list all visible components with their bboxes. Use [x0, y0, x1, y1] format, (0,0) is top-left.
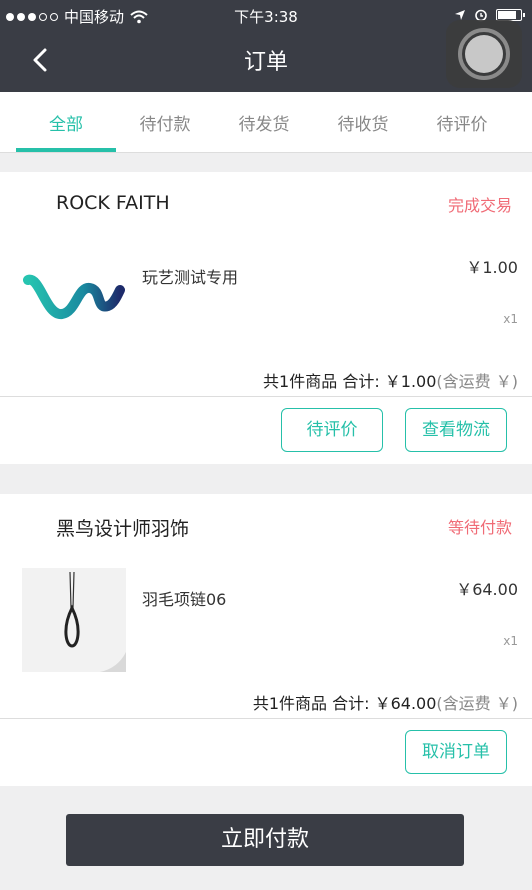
- divider: [0, 718, 532, 719]
- tab-pending-payment[interactable]: 待付款: [115, 110, 215, 135]
- product-name[interactable]: 羽毛项链06: [142, 586, 226, 610]
- shop-name[interactable]: 黑鸟设计师羽饰: [56, 514, 189, 541]
- product-quantity: x1: [503, 634, 518, 648]
- order-status: 等待付款: [447, 518, 512, 537]
- order-card[interactable]: 黑鸟设计师羽饰 等待付款 羽毛项链06 ￥64.00 x1 共1件商品 合计: …: [0, 494, 532, 786]
- order-total: 共1件商品 合计: ￥64.00: [252, 694, 437, 713]
- order-total: 共1件商品 合计: ￥1.00: [263, 372, 437, 391]
- tab-pending-receipt[interactable]: 待收货: [313, 110, 413, 135]
- app-header: 中国移动 下午3:38 订单: [0, 0, 532, 92]
- order-summary: 共1件商品 合计: ￥64.00(含运费 ￥): [253, 690, 518, 714]
- view-logistics-button[interactable]: 查看物流: [405, 408, 507, 452]
- tab-pending-review[interactable]: 待评价: [412, 110, 512, 135]
- product-price: ￥64.00: [456, 580, 518, 599]
- product-thumbnail[interactable]: [22, 568, 126, 672]
- shipping-note: (含运费 ￥): [436, 694, 518, 713]
- product-quantity: x1: [503, 312, 518, 326]
- tab-pending-shipment[interactable]: 待发货: [214, 110, 314, 135]
- review-button[interactable]: 待评价: [281, 408, 383, 452]
- order-summary: 共1件商品 合计: ￥1.00(含运费 ￥): [263, 368, 518, 392]
- product-price: ￥1.00: [466, 258, 518, 277]
- divider: [0, 396, 532, 397]
- product-thumbnail[interactable]: [22, 246, 126, 350]
- tab-all[interactable]: 全部: [16, 110, 116, 135]
- cancel-order-button[interactable]: 取消订单: [405, 730, 507, 774]
- order-tabs: 全部 待付款 待发货 待收货 待评价: [0, 92, 532, 153]
- product-name[interactable]: 玩艺测试专用: [142, 264, 238, 288]
- order-status: 完成交易: [447, 196, 512, 215]
- pay-now-button[interactable]: 立即付款: [66, 814, 464, 866]
- order-card[interactable]: ROCK FAITH 完成交易 玩艺测试专用 ￥1.00 x1 共1件商品 合计…: [0, 172, 532, 464]
- active-tab-indicator: [16, 148, 116, 152]
- assistive-touch-button[interactable]: [446, 20, 522, 88]
- shipping-note: (含运费 ￥): [436, 372, 518, 391]
- shop-name[interactable]: ROCK FAITH: [56, 192, 170, 214]
